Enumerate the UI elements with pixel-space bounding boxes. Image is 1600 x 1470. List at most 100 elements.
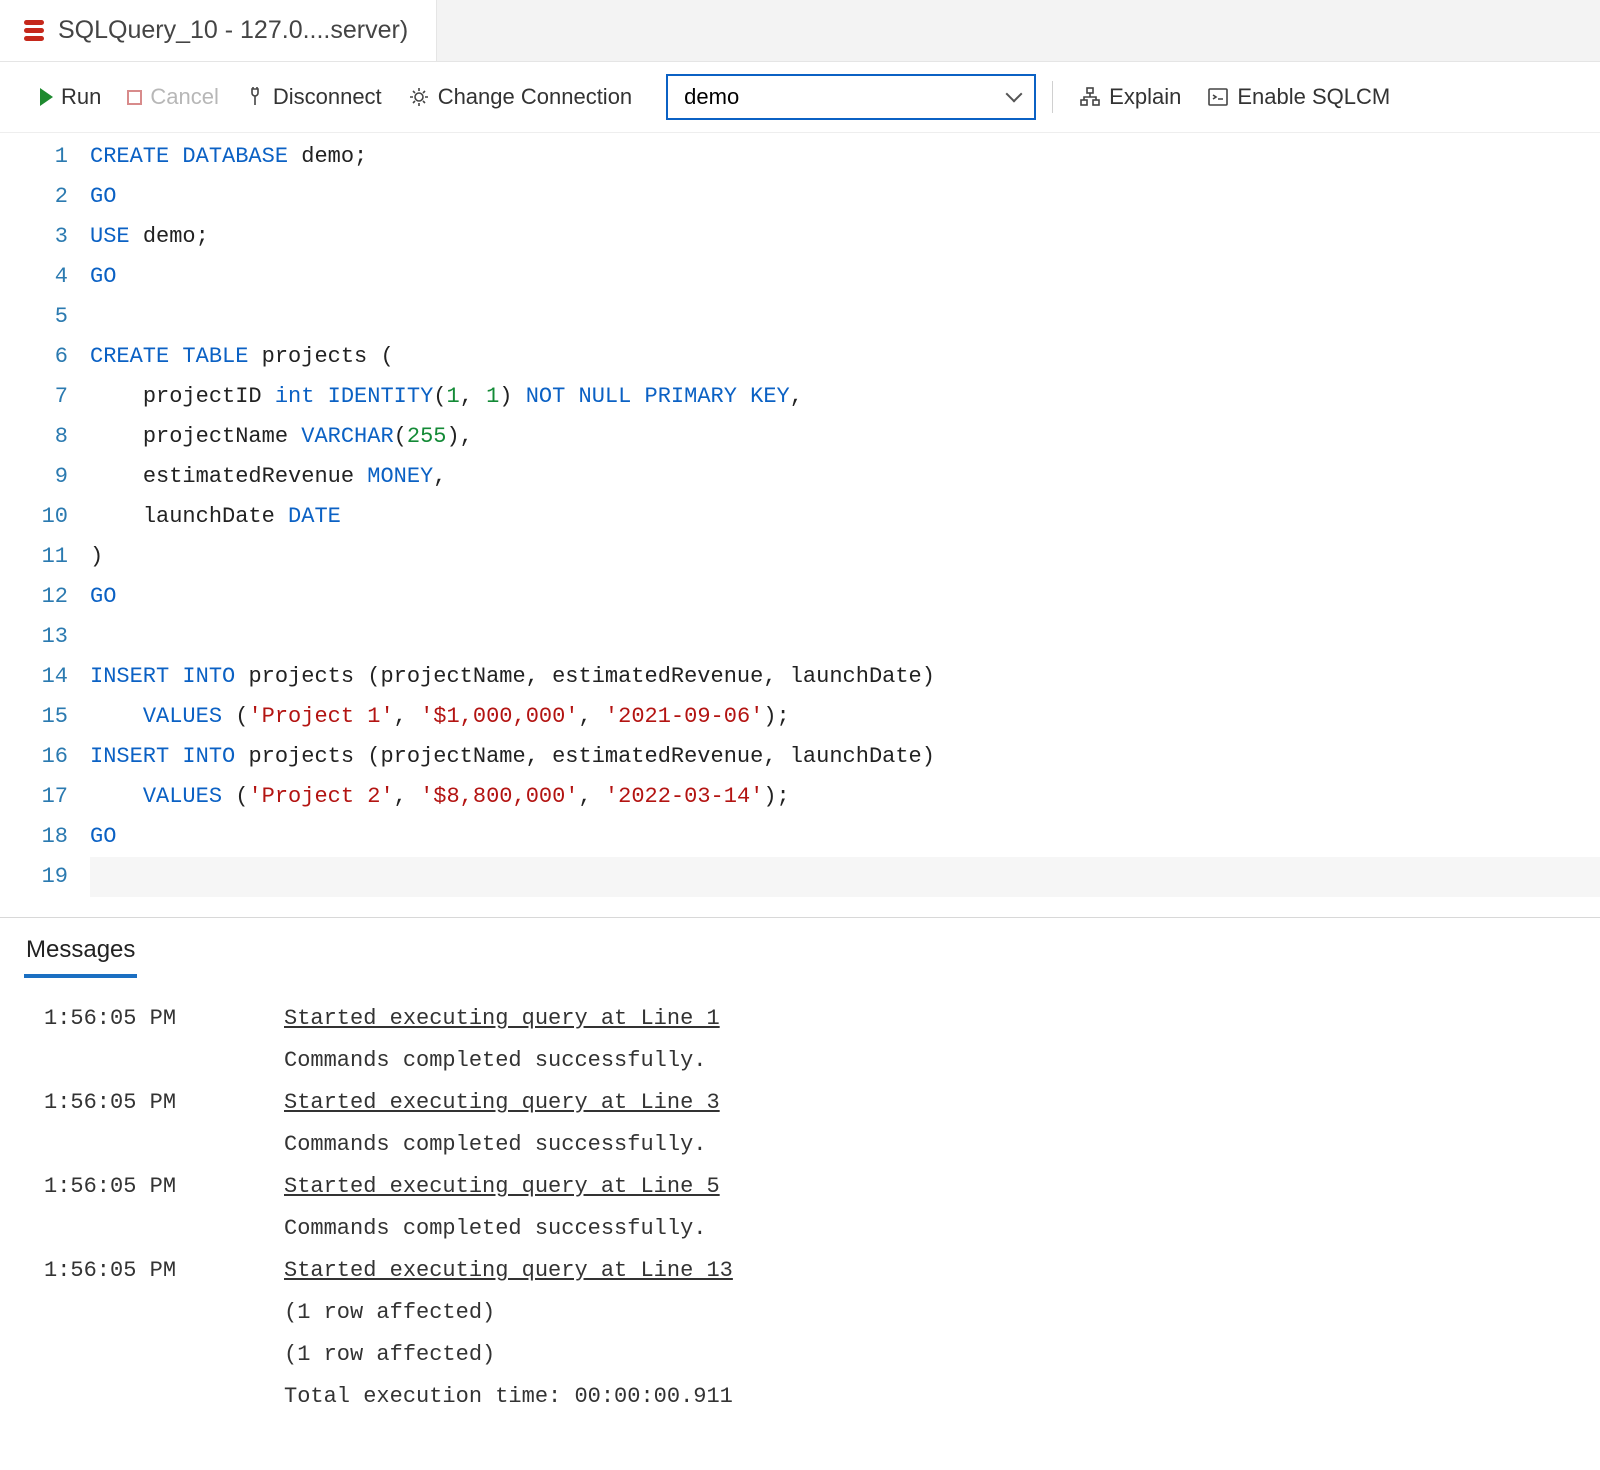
code-line[interactable]: projectName VARCHAR(255),	[90, 417, 1600, 457]
message-text: Commands completed successfully.	[284, 1208, 1576, 1250]
code-line[interactable]: GO	[90, 177, 1600, 217]
play-icon	[40, 88, 53, 106]
run-label: Run	[61, 84, 101, 110]
message-text: Started executing query at Line 5	[284, 1166, 1576, 1208]
message-text: Started executing query at Line 13	[284, 1250, 1576, 1292]
code-line[interactable]: CREATE TABLE projects (	[90, 337, 1600, 377]
enable-sqlcmd-label: Enable SQLCM	[1237, 84, 1390, 110]
line-number: 18	[0, 817, 68, 857]
code-line[interactable]: GO	[90, 257, 1600, 297]
line-number: 6	[0, 337, 68, 377]
change-connection-label: Change Connection	[438, 84, 632, 110]
sqlcmd-icon	[1207, 86, 1229, 108]
message-time: 1:56:05 PM	[24, 1250, 284, 1292]
code-line[interactable]: INSERT INTO projects (projectName, estim…	[90, 737, 1600, 777]
tab-title: SQLQuery_10 - 127.0....server)	[58, 16, 408, 45]
message-time	[24, 1040, 284, 1082]
code-area[interactable]: CREATE DATABASE demo;GOUSE demo;GO CREAT…	[90, 137, 1600, 897]
line-number: 2	[0, 177, 68, 217]
message-text: (1 row affected)	[284, 1334, 1576, 1376]
explain-button[interactable]: Explain	[1069, 80, 1191, 114]
line-gutter: 12345678910111213141516171819	[0, 137, 90, 897]
line-number: 3	[0, 217, 68, 257]
message-row: Commands completed successfully.	[24, 1040, 1576, 1082]
code-line[interactable]: projectID int IDENTITY(1, 1) NOT NULL PR…	[90, 377, 1600, 417]
stop-icon	[127, 90, 142, 105]
line-number: 13	[0, 617, 68, 657]
line-number: 8	[0, 417, 68, 457]
message-time: 1:56:05 PM	[24, 1082, 284, 1124]
code-line[interactable]: launchDate DATE	[90, 497, 1600, 537]
message-row: 1:56:05 PMStarted executing query at Lin…	[24, 1250, 1576, 1292]
message-text: Commands completed successfully.	[284, 1040, 1576, 1082]
code-editor[interactable]: 12345678910111213141516171819 CREATE DAT…	[0, 133, 1600, 917]
code-line[interactable]	[90, 617, 1600, 657]
disconnect-label: Disconnect	[273, 84, 382, 110]
change-connection-button[interactable]: Change Connection	[398, 80, 642, 114]
message-text: Started executing query at Line 1	[284, 998, 1576, 1040]
explain-icon	[1079, 86, 1101, 108]
change-connection-icon	[408, 86, 430, 108]
message-time	[24, 1124, 284, 1166]
toolbar-separator	[1052, 81, 1053, 113]
enable-sqlcmd-button[interactable]: Enable SQLCM	[1197, 80, 1400, 114]
cancel-button[interactable]: Cancel	[117, 80, 228, 114]
code-line[interactable]: USE demo;	[90, 217, 1600, 257]
code-line[interactable]: GO	[90, 577, 1600, 617]
message-time	[24, 1208, 284, 1250]
line-number: 17	[0, 777, 68, 817]
code-line[interactable]: CREATE DATABASE demo;	[90, 137, 1600, 177]
message-row: 1:56:05 PMStarted executing query at Lin…	[24, 1082, 1576, 1124]
line-number: 7	[0, 377, 68, 417]
message-time: 1:56:05 PM	[24, 998, 284, 1040]
line-number: 4	[0, 257, 68, 297]
line-number: 9	[0, 457, 68, 497]
line-number: 1	[0, 137, 68, 177]
message-row: (1 row affected)	[24, 1292, 1576, 1334]
message-time	[24, 1292, 284, 1334]
messages-list: 1:56:05 PMStarted executing query at Lin…	[24, 998, 1576, 1418]
code-line[interactable]	[90, 857, 1600, 897]
database-input[interactable]	[684, 84, 953, 110]
message-time	[24, 1376, 284, 1418]
cancel-label: Cancel	[150, 84, 218, 110]
line-number: 5	[0, 297, 68, 337]
message-row: 1:56:05 PMStarted executing query at Lin…	[24, 1166, 1576, 1208]
message-text: Started executing query at Line 3	[284, 1082, 1576, 1124]
database-icon	[24, 20, 44, 41]
message-time: 1:56:05 PM	[24, 1166, 284, 1208]
run-button[interactable]: Run	[30, 80, 111, 114]
code-line[interactable]: estimatedRevenue MONEY,	[90, 457, 1600, 497]
database-select[interactable]	[666, 74, 1036, 120]
message-row: Total execution time: 00:00:00.911	[24, 1376, 1576, 1418]
line-number: 11	[0, 537, 68, 577]
message-text: (1 row affected)	[284, 1292, 1576, 1334]
line-number: 16	[0, 737, 68, 777]
results-panel: Messages 1:56:05 PMStarted executing que…	[0, 917, 1600, 1432]
code-line[interactable]	[90, 297, 1600, 337]
chevron-down-icon	[1006, 86, 1023, 103]
explain-label: Explain	[1109, 84, 1181, 110]
code-line[interactable]: VALUES ('Project 1', '$1,000,000', '2021…	[90, 697, 1600, 737]
editor-tab[interactable]: SQLQuery_10 - 127.0....server)	[0, 0, 437, 61]
code-line[interactable]: INSERT INTO projects (projectName, estim…	[90, 657, 1600, 697]
message-time	[24, 1334, 284, 1376]
message-text: Commands completed successfully.	[284, 1124, 1576, 1166]
message-text: Total execution time: 00:00:00.911	[284, 1376, 1576, 1418]
query-toolbar: Run Cancel Disconnect Change Connection …	[0, 62, 1600, 133]
message-row: Commands completed successfully.	[24, 1124, 1576, 1166]
code-line[interactable]: )	[90, 537, 1600, 577]
message-row: (1 row affected)	[24, 1334, 1576, 1376]
tab-bar: SQLQuery_10 - 127.0....server)	[0, 0, 1600, 62]
code-line[interactable]: VALUES ('Project 2', '$8,800,000', '2022…	[90, 777, 1600, 817]
messages-tab[interactable]: Messages	[24, 932, 137, 978]
line-number: 19	[0, 857, 68, 897]
line-number: 14	[0, 657, 68, 697]
line-number: 10	[0, 497, 68, 537]
message-row: Commands completed successfully.	[24, 1208, 1576, 1250]
line-number: 15	[0, 697, 68, 737]
code-line[interactable]: GO	[90, 817, 1600, 857]
message-row: 1:56:05 PMStarted executing query at Lin…	[24, 998, 1576, 1040]
line-number: 12	[0, 577, 68, 617]
disconnect-button[interactable]: Disconnect	[235, 80, 392, 114]
